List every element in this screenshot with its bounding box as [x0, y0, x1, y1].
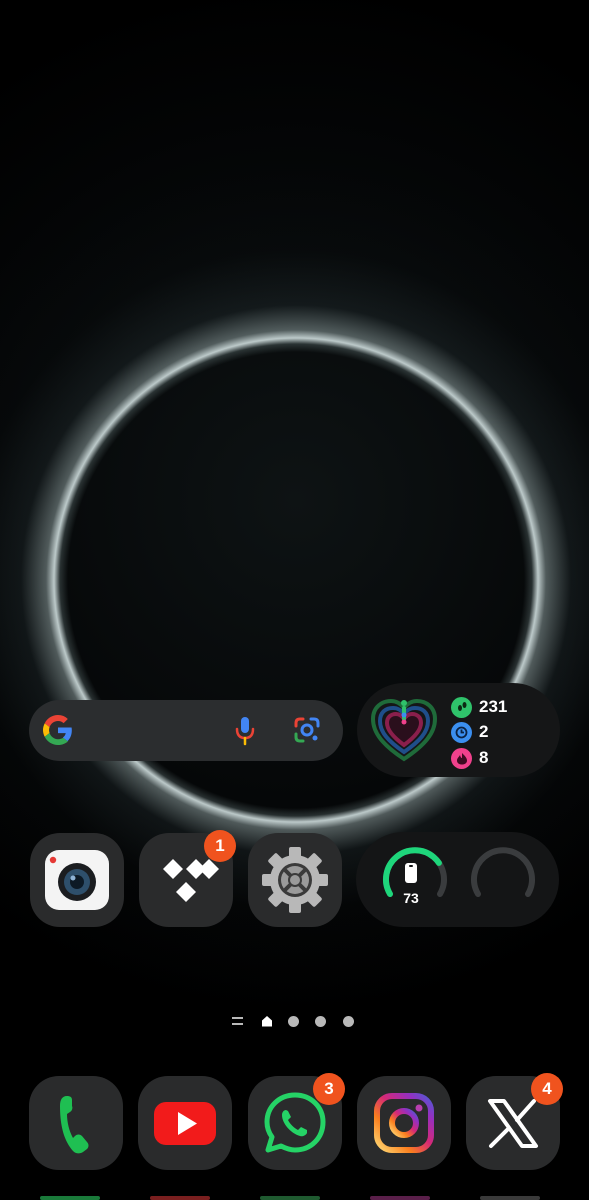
active-minutes-stat: 2	[451, 721, 488, 743]
notification-badge: 1	[204, 830, 236, 862]
settings-gear-icon	[262, 847, 328, 913]
row-edge	[260, 1196, 320, 1200]
calories-value: 8	[479, 748, 489, 767]
google-lens-icon[interactable]	[293, 716, 321, 744]
x-app[interactable]: 4	[466, 1073, 563, 1170]
steps-value: 231	[479, 697, 508, 716]
youtube-icon	[154, 1102, 216, 1145]
menu-lines-icon	[232, 1017, 243, 1025]
row-edge	[370, 1196, 430, 1200]
active-minutes-value: 2	[479, 722, 489, 741]
heart-activity-icon	[370, 698, 438, 762]
flame-icon	[451, 747, 472, 769]
steps-stat: 231	[451, 696, 507, 718]
row-edge	[40, 1196, 100, 1200]
row-edge	[150, 1196, 210, 1200]
row-edge	[480, 1196, 540, 1200]
whatsapp-app[interactable]: 3	[248, 1073, 345, 1170]
page-dot[interactable]	[288, 1016, 299, 1027]
steps-icon	[451, 696, 472, 718]
instagram-icon	[374, 1093, 434, 1153]
google-search-widget[interactable]	[29, 700, 343, 761]
page-dot[interactable]	[315, 1016, 326, 1027]
notification-badge: 3	[313, 1073, 345, 1105]
empty-gauge	[471, 847, 535, 897]
home-icon	[262, 1016, 272, 1027]
phone-handset-icon	[60, 1096, 89, 1154]
settings-app[interactable]	[248, 833, 342, 927]
health-activity-widget[interactable]: 231 2 8	[357, 683, 560, 777]
battery-percent: 73	[403, 890, 419, 906]
calories-stat: 8	[451, 747, 488, 769]
camera-app[interactable]	[30, 833, 124, 927]
google-g-icon	[43, 715, 72, 745]
notification-badge: 4	[531, 1073, 563, 1105]
youtube-app[interactable]	[138, 1076, 232, 1170]
microphone-icon[interactable]	[234, 716, 256, 746]
instagram-app[interactable]	[357, 1076, 451, 1170]
page-dot[interactable]	[343, 1016, 354, 1027]
page-indicator[interactable]	[231, 1013, 361, 1029]
camera-icon	[45, 850, 109, 910]
tidal-app[interactable]: 1	[139, 830, 236, 927]
battery-gauges	[383, 847, 535, 897]
phone-app[interactable]	[29, 1076, 123, 1170]
clock-icon	[451, 721, 472, 743]
battery-widget[interactable]: 73	[356, 832, 559, 927]
